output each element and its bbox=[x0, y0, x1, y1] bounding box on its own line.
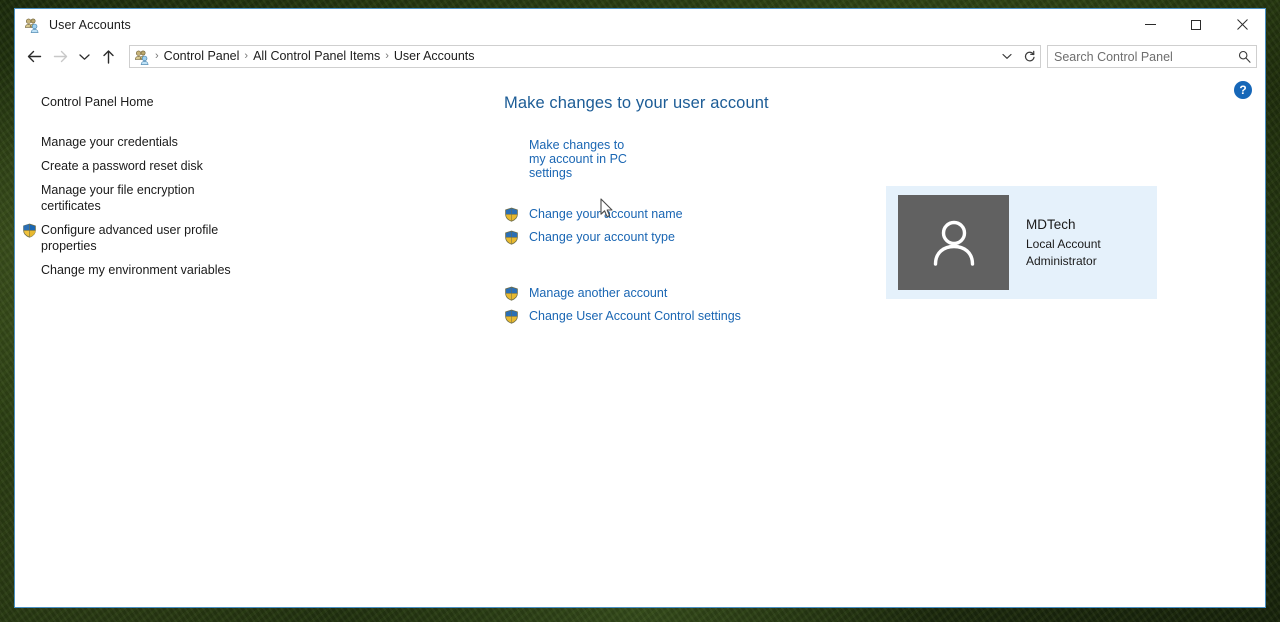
sidebar-item-manage-credentials[interactable]: Manage your credentials bbox=[15, 130, 260, 154]
content-area: Control Panel Home Manage your credentia… bbox=[15, 73, 1265, 607]
breadcrumb-all-control-panel-items[interactable]: All Control Panel Items bbox=[249, 46, 384, 67]
window-titlebar: User Accounts bbox=[15, 9, 1265, 40]
user-accounts-icon bbox=[24, 17, 40, 33]
sidebar-item-password-reset-disk[interactable]: Create a password reset disk bbox=[15, 154, 260, 178]
pc-settings-link[interactable]: Make changes to my account in PC setting… bbox=[529, 138, 640, 180]
link-label: Manage another account bbox=[529, 286, 668, 300]
user-avatar-icon bbox=[898, 195, 1009, 290]
account-text: MDTech Local Account Administrator bbox=[1026, 216, 1101, 269]
sidebar-item-label: Configure advanced user profile properti… bbox=[41, 223, 219, 253]
sidebar-item-label: Change my environment variables bbox=[41, 263, 231, 277]
sidebar-item-file-encryption-certificates[interactable]: Manage your file encryption certificates bbox=[15, 178, 260, 218]
sidebar: Control Panel Home Manage your credentia… bbox=[15, 73, 260, 607]
breadcrumb-user-accounts[interactable]: User Accounts bbox=[390, 46, 479, 67]
address-bar[interactable]: › Control Panel › All Control Panel Item… bbox=[129, 45, 1041, 68]
breadcrumb-control-panel[interactable]: Control Panel bbox=[160, 46, 244, 67]
account-summary-tile: MDTech Local Account Administrator bbox=[886, 186, 1157, 299]
link-label: Change User Account Control settings bbox=[529, 309, 741, 323]
link-label: Change your account type bbox=[529, 230, 675, 244]
uac-shield-icon bbox=[22, 223, 37, 238]
link-manage-another-account[interactable]: Manage another account bbox=[504, 282, 667, 305]
account-role: Administrator bbox=[1026, 253, 1097, 268]
link-group-spacer bbox=[504, 249, 640, 282]
main-pane: Make changes to your user account Make c… bbox=[260, 73, 1265, 607]
help-icon[interactable]: ? bbox=[1234, 81, 1252, 99]
link-change-uac-settings[interactable]: Change User Account Control settings bbox=[504, 305, 741, 328]
navigation-toolbar: › Control Panel › All Control Panel Item… bbox=[15, 40, 1265, 73]
search-input[interactable] bbox=[1048, 49, 1232, 64]
sidebar-item-advanced-user-profile-properties[interactable]: Configure advanced user profile properti… bbox=[15, 218, 260, 258]
uac-shield-icon bbox=[504, 207, 519, 222]
link-change-account-name[interactable]: Change your account name bbox=[504, 203, 683, 226]
forward-arrow-icon[interactable] bbox=[47, 44, 73, 70]
link-change-account-type[interactable]: Change your account type bbox=[504, 226, 675, 249]
window-controls bbox=[1127, 9, 1265, 40]
sidebar-item-label: Manage your file encryption certificates bbox=[41, 183, 195, 213]
maximize-button[interactable] bbox=[1173, 9, 1219, 40]
search-box[interactable] bbox=[1047, 45, 1257, 68]
account-type: Local Account bbox=[1026, 237, 1101, 252]
account-name: MDTech bbox=[1026, 217, 1076, 233]
task-links-column: Make changes to my account in PC setting… bbox=[260, 138, 741, 328]
desktop-background: User Accounts › Control Panel › All Cont… bbox=[0, 0, 1280, 622]
uac-shield-icon bbox=[504, 309, 519, 324]
recent-locations-chevron-down-icon[interactable] bbox=[73, 44, 95, 70]
window-title: User Accounts bbox=[49, 17, 131, 32]
sidebar-item-control-panel-home[interactable]: Control Panel Home bbox=[15, 94, 260, 110]
uac-shield-icon bbox=[504, 230, 519, 245]
close-button[interactable] bbox=[1219, 9, 1265, 40]
sidebar-item-environment-variables[interactable]: Change my environment variables bbox=[15, 258, 260, 282]
sidebar-item-label: Create a password reset disk bbox=[41, 159, 203, 173]
search-icon[interactable] bbox=[1232, 50, 1256, 63]
uac-shield-icon bbox=[504, 286, 519, 301]
up-arrow-icon[interactable] bbox=[95, 44, 121, 70]
control-panel-window: User Accounts › Control Panel › All Cont… bbox=[14, 8, 1266, 608]
address-user-accounts-icon bbox=[134, 49, 150, 65]
link-label: Change your account name bbox=[529, 207, 683, 221]
sidebar-item-label: Manage your credentials bbox=[41, 135, 178, 149]
back-arrow-icon[interactable] bbox=[21, 44, 47, 70]
refresh-icon[interactable] bbox=[1018, 46, 1040, 67]
page-title: Make changes to your user account bbox=[504, 94, 769, 112]
address-chevron-down-icon[interactable] bbox=[996, 46, 1018, 67]
minimize-button[interactable] bbox=[1127, 9, 1173, 40]
